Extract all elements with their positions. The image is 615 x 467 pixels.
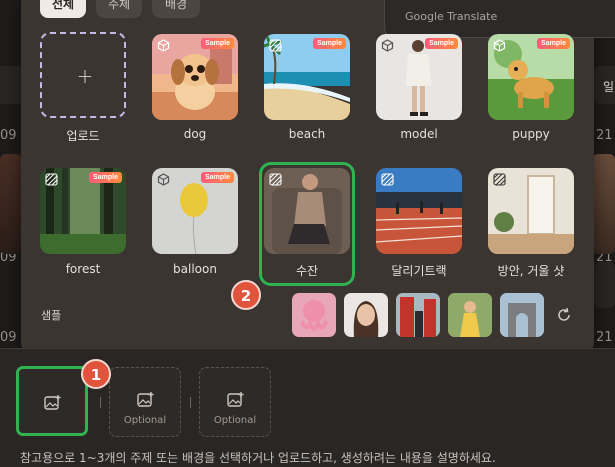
card-dog[interactable]: Sample bbox=[152, 34, 238, 120]
card-beach[interactable]: Sample bbox=[264, 34, 350, 120]
card-label: model bbox=[400, 127, 438, 141]
octopus-image bbox=[300, 300, 328, 331]
cube-icon bbox=[493, 39, 506, 52]
slot-separator bbox=[100, 397, 101, 408]
callout-badge-1: 1 bbox=[81, 359, 111, 389]
card-label: 업로드 bbox=[66, 129, 100, 143]
tab-subject[interactable]: 주체 bbox=[96, 0, 142, 18]
tab-all[interactable]: 전체 bbox=[40, 0, 86, 18]
add-image-icon bbox=[44, 395, 61, 410]
selected-card-highlight bbox=[259, 162, 355, 286]
background-thumbnail bbox=[592, 154, 615, 254]
card-label: beach bbox=[288, 127, 326, 141]
girl-image bbox=[448, 293, 492, 337]
add-image-icon bbox=[137, 392, 154, 407]
stripes-icon bbox=[269, 39, 282, 52]
background-number: 21 bbox=[596, 128, 613, 143]
reference-slot-1[interactable] bbox=[16, 366, 88, 436]
sample-badge: Sample bbox=[313, 38, 346, 49]
cube-icon bbox=[157, 39, 170, 52]
background-tab: 일 bbox=[594, 66, 615, 104]
card-label: 달리기트랙 bbox=[391, 264, 447, 278]
sample-thumbnail-arch[interactable] bbox=[500, 293, 544, 337]
background-tab-label: 일 bbox=[603, 80, 615, 94]
optional-label: Optional bbox=[213, 415, 257, 426]
card-running-track[interactable] bbox=[376, 168, 462, 254]
sample-badge: Sample bbox=[537, 38, 570, 49]
woman-image bbox=[353, 301, 379, 337]
card-label: puppy bbox=[512, 127, 550, 141]
upload-card[interactable]: + bbox=[40, 32, 126, 118]
background-number: 09 bbox=[0, 128, 17, 143]
slot-separator bbox=[190, 397, 191, 408]
sample-thumbnail-girl[interactable] bbox=[448, 293, 492, 337]
sample-badge: Sample bbox=[425, 38, 458, 49]
card-model[interactable]: Sample bbox=[376, 34, 462, 120]
sample-badge: Sample bbox=[89, 172, 122, 183]
background-number: 21 bbox=[596, 330, 613, 345]
card-label: forest bbox=[65, 262, 101, 276]
stripes-icon bbox=[381, 173, 394, 186]
background-number: 09 bbox=[0, 330, 17, 345]
plus-icon: + bbox=[76, 64, 94, 88]
sample-thumbnail-woman[interactable] bbox=[344, 293, 388, 337]
sample-thumbnail-phonebooth[interactable] bbox=[396, 293, 440, 337]
sample-badge: Sample bbox=[201, 38, 234, 49]
refresh-icon[interactable] bbox=[555, 306, 573, 324]
reference-slot-2[interactable]: Optional bbox=[109, 367, 181, 437]
card-balloon[interactable]: Sample bbox=[152, 168, 238, 254]
sample-badge: Sample bbox=[201, 172, 234, 183]
phonebooth-image bbox=[396, 293, 440, 337]
card-puppy[interactable]: Sample bbox=[488, 34, 574, 120]
google-translate-popup[interactable]: Google Translate bbox=[384, 0, 615, 38]
background-thumbnail bbox=[0, 154, 22, 254]
card-label: dog bbox=[183, 127, 207, 141]
arch-image bbox=[500, 293, 544, 337]
add-image-icon bbox=[227, 392, 244, 407]
card-label: 방안, 거울 샷 bbox=[497, 264, 565, 278]
callout-badge-2: 2 bbox=[231, 280, 261, 310]
card-room-mirror[interactable] bbox=[488, 168, 574, 254]
card-label: balloon bbox=[173, 262, 217, 276]
card-forest[interactable]: Sample bbox=[40, 168, 126, 254]
background-thumbnail bbox=[594, 262, 615, 308]
stripes-icon bbox=[493, 173, 506, 186]
cube-icon bbox=[157, 173, 170, 186]
google-translate-label: Google Translate bbox=[405, 10, 498, 23]
sample-thumbnail-octopus[interactable] bbox=[292, 293, 336, 337]
tab-background[interactable]: 배경 bbox=[152, 0, 200, 18]
samples-label: 샘플 bbox=[41, 309, 62, 322]
cube-icon bbox=[381, 39, 394, 52]
optional-label: Optional bbox=[123, 415, 167, 426]
instruction-text: 참고용으로 1~3개의 주제 또는 배경을 선택하거나 업로드하고, 생성하려는… bbox=[20, 451, 496, 465]
stripes-icon bbox=[45, 173, 58, 186]
reference-slot-3[interactable]: Optional bbox=[199, 367, 271, 437]
